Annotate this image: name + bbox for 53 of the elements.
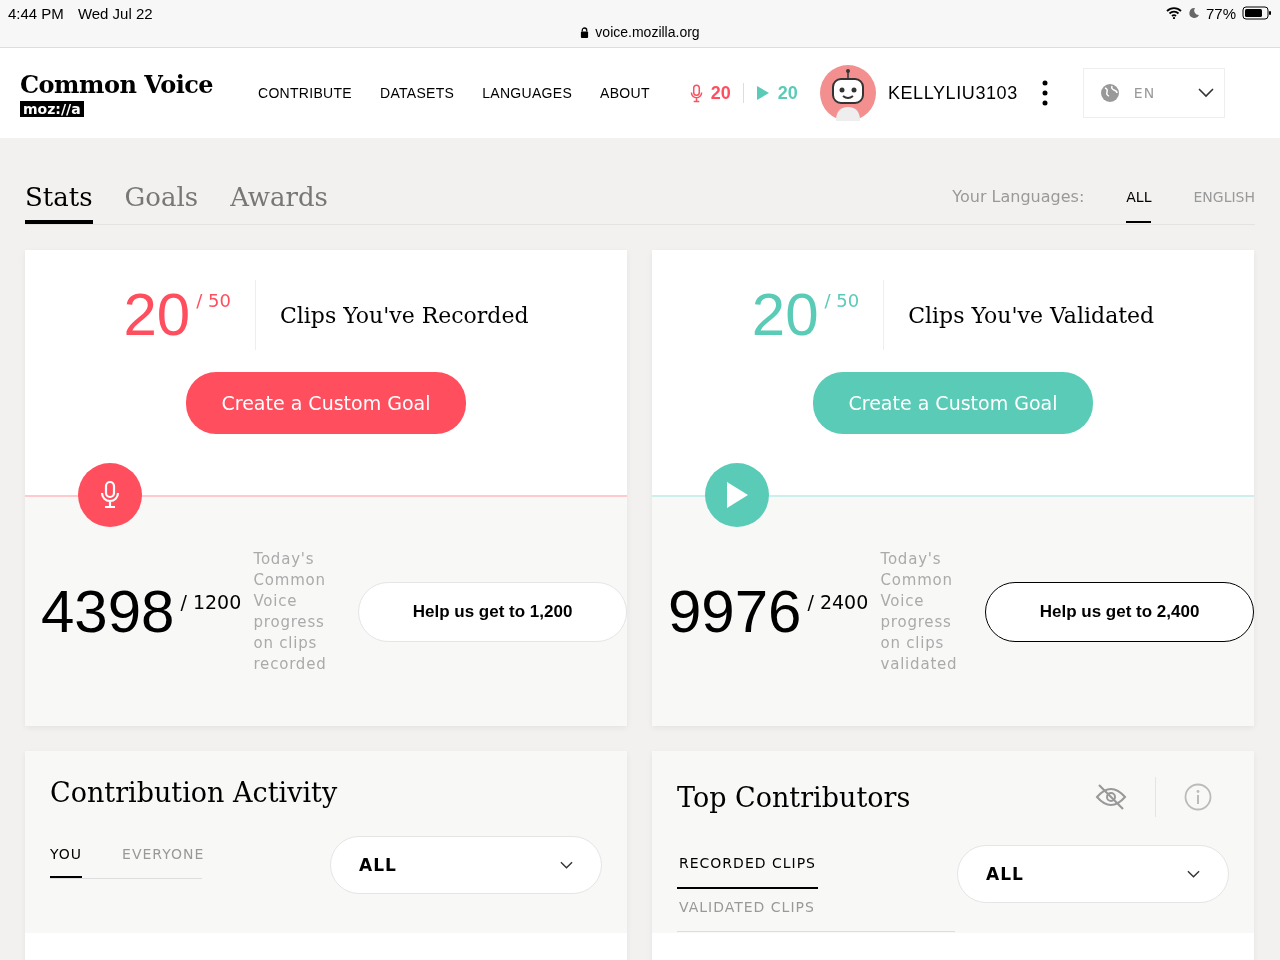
url-text: voice.mozilla.org xyxy=(595,24,700,40)
today-count: 9976 xyxy=(668,577,802,646)
goal-title: Clips You've Recorded xyxy=(278,302,529,328)
url-bar[interactable]: voice.mozilla.org xyxy=(560,24,720,40)
eye-slash-icon[interactable] xyxy=(1095,783,1127,811)
help-goal-button[interactable]: Help us get to 1,200 xyxy=(358,581,627,642)
contributor-tab[interactable]: RECORDED CLIPS xyxy=(677,855,818,889)
page-tab[interactable]: Goals xyxy=(124,182,199,224)
status-time: 4:44 PM xyxy=(8,4,64,22)
language-tab[interactable]: ALL xyxy=(1126,188,1152,223)
more-menu-icon[interactable] xyxy=(1041,79,1048,107)
validated-count: 20 xyxy=(777,82,798,104)
play-icon xyxy=(755,85,770,101)
goal-total: / 50 xyxy=(824,290,860,311)
help-goal-button[interactable]: Help us get to 2,400 xyxy=(985,581,1254,642)
page-tab[interactable]: Stats xyxy=(25,182,93,224)
lock-icon xyxy=(580,26,590,38)
nav-link[interactable]: ABOUT xyxy=(600,85,650,101)
goal-count: 20 xyxy=(751,280,819,350)
logo-title[interactable]: Common Voice xyxy=(20,69,214,99)
chevron-down-icon xyxy=(1197,88,1214,98)
page-tab[interactable]: Awards xyxy=(230,182,328,224)
microphone-icon xyxy=(689,83,703,103)
battery-percent: 77% xyxy=(1205,4,1236,22)
info-icon[interactable] xyxy=(1184,783,1212,811)
filter-dropdown[interactable]: ALL xyxy=(957,845,1229,903)
nav-link[interactable]: LANGUAGES xyxy=(482,85,573,101)
robot-avatar-icon[interactable] xyxy=(819,65,876,121)
nav-link[interactable]: DATASETS xyxy=(380,85,455,101)
today-total: / 2400 xyxy=(807,591,869,613)
status-date: Wed Jul 22 xyxy=(77,4,153,22)
card-title: Contribution Activity xyxy=(50,777,339,808)
goal-count: 20 xyxy=(123,280,191,350)
today-count: 4398 xyxy=(41,577,175,646)
goal-total: / 50 xyxy=(196,290,231,311)
nav-link[interactable]: CONTRIBUTE xyxy=(258,85,352,101)
languages-label: Your Languages: xyxy=(952,187,1085,208)
goal-title: Clips You've Validated xyxy=(907,302,1155,328)
today-total: / 1200 xyxy=(180,591,242,613)
globe-icon xyxy=(1099,83,1120,103)
card-title: Top Contributors xyxy=(677,781,912,813)
progress-caption: Today's Common Voice progress on clips recorded xyxy=(253,548,328,675)
moon-icon xyxy=(1187,7,1200,19)
mozilla-logo[interactable]: moz://a xyxy=(20,100,84,117)
username[interactable]: KELLYLIU3103 xyxy=(887,82,1018,104)
activity-tab[interactable]: YOU xyxy=(50,846,83,878)
recorded-count: 20 xyxy=(710,82,731,104)
chevron-down-icon xyxy=(1187,870,1200,878)
battery-icon xyxy=(1242,6,1272,20)
wifi-icon xyxy=(1165,7,1182,19)
chevron-down-icon xyxy=(560,861,573,869)
filter-dropdown[interactable]: ALL xyxy=(330,836,602,894)
progress-caption: Today's Common Voice progress on clips validated xyxy=(880,548,959,675)
